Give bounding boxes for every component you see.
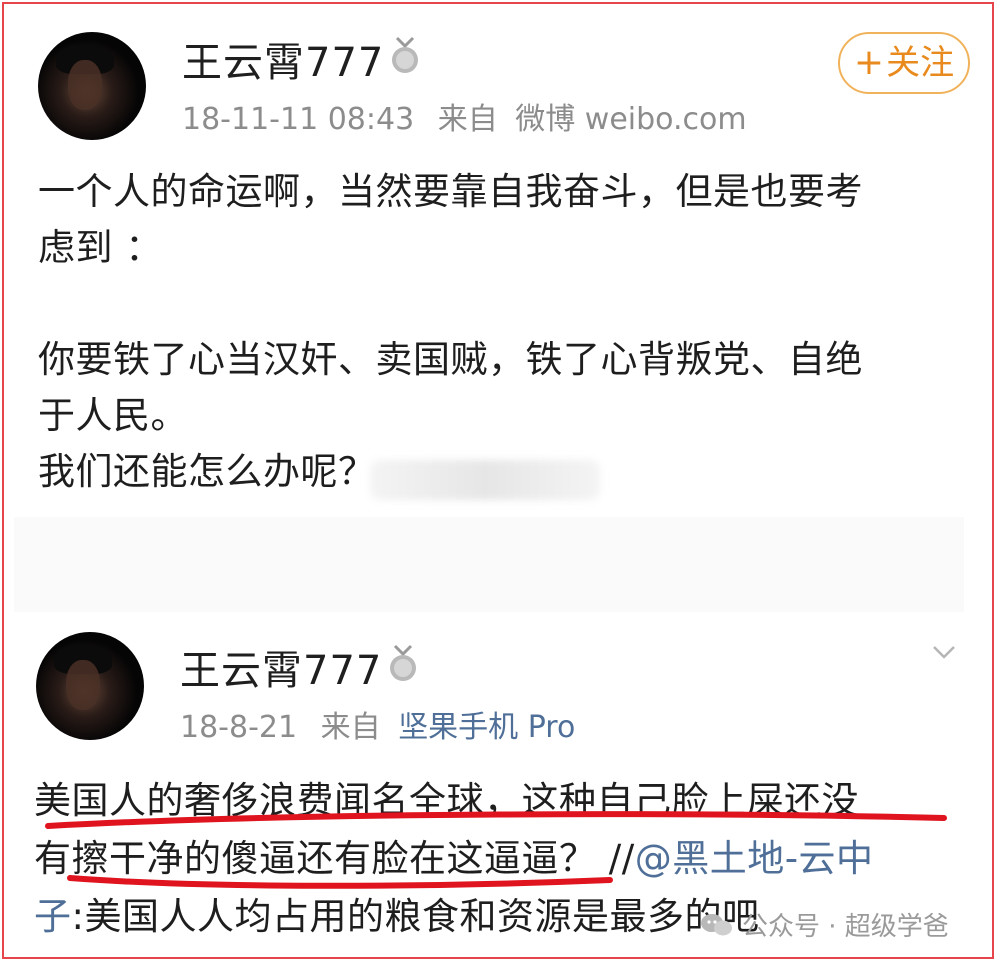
- follow-label: 关注: [886, 43, 955, 83]
- post-meta: 18-11-11 08:43 来自 微博 weibo.com: [182, 94, 747, 138]
- weibo-post-1: 王云霄777 18-11-11 08:43 来自 微博 weibo.com +关…: [14, 22, 970, 517]
- plus-icon: +: [853, 42, 885, 83]
- post-source[interactable]: 坚果手机 Pro: [398, 710, 575, 745]
- user-mention-link[interactable]: @黑土地-云中: [635, 837, 874, 880]
- avatar[interactable]: [38, 32, 146, 140]
- body-text-span: :美国人人均占用的粮食和资源是最多的吧: [71, 895, 760, 938]
- body-line: 美国人的奢侈浪费闻名全球，这种自己脸上屎还没: [34, 779, 859, 822]
- username[interactable]: 王云霄777: [182, 30, 384, 88]
- medal-badge-icon: [392, 36, 418, 73]
- timestamp: 18-8-21: [180, 710, 298, 745]
- username[interactable]: 王云霄777: [180, 638, 382, 696]
- body-line: 于人民。: [38, 394, 188, 437]
- source-prefix: 来自: [320, 710, 381, 745]
- post-source: 微博 weibo.com: [515, 102, 747, 137]
- source-prefix: 来自: [437, 102, 498, 137]
- body-line: 一个人的命运啊，当然要靠自我奋斗，但是也要考: [38, 170, 863, 213]
- user-mention-link[interactable]: 子: [34, 895, 72, 938]
- watermark: 公众号 · 超级学爸: [700, 906, 949, 943]
- post-body: 一个人的命运啊，当然要靠自我奋斗，但是也要考 虑到 ： 你要铁了心当汉奸、卖国贼…: [38, 164, 863, 500]
- body-line: 有擦干净的傻逼还有脸在这逼逼？ //@黑土地-云中: [34, 830, 874, 888]
- follow-button[interactable]: +关注: [838, 32, 970, 94]
- medal-badge-icon: [390, 644, 416, 681]
- avatar[interactable]: [36, 632, 144, 740]
- post-meta: 18-8-21 来自 坚果手机 Pro: [180, 702, 575, 746]
- blurred-region: [370, 460, 600, 500]
- timestamp: 18-11-11 08:43: [182, 102, 415, 137]
- body-text-span: 有擦干净的傻逼还有脸在这逼逼？ //: [34, 837, 635, 880]
- chevron-down-icon[interactable]: [932, 640, 956, 664]
- weibo-post-2: 王云霄777 18-8-21 来自 坚果手机 Pro 美国人的奢侈浪费闻名全球，…: [14, 612, 964, 938]
- body-line: 你要铁了心当汉奸、卖国贼，铁了心背叛党、自绝: [38, 338, 863, 381]
- body-line: 虑到 ：: [38, 226, 163, 269]
- wechat-icon: [701, 913, 732, 935]
- watermark-text: 公众号 · 超级学爸: [742, 912, 949, 942]
- post-separator: [14, 517, 964, 612]
